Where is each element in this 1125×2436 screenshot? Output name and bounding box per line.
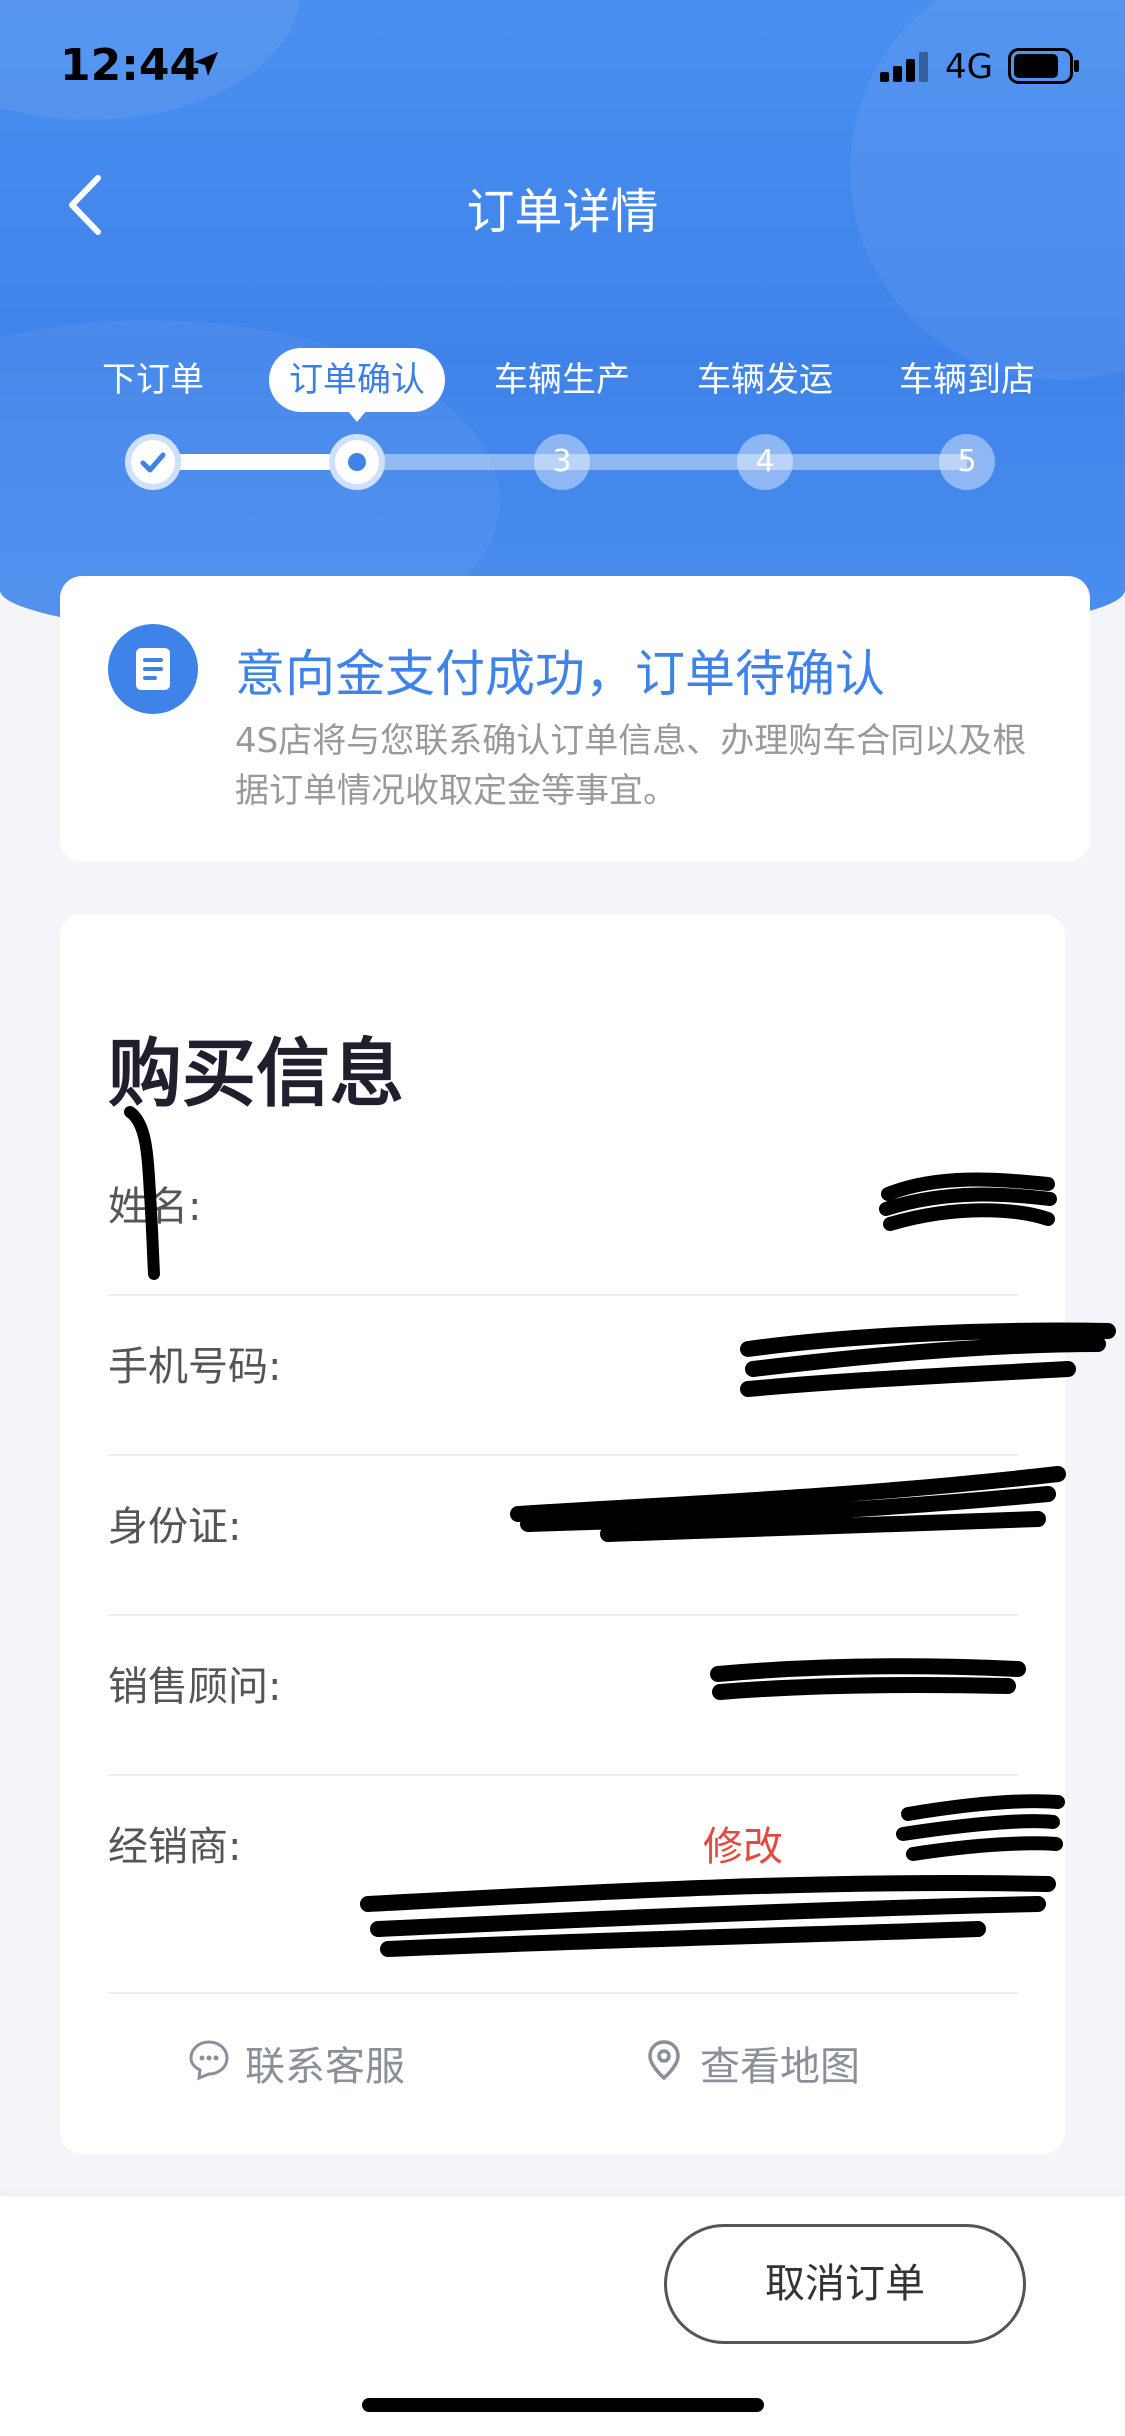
redaction-scribble xyxy=(879,1172,1057,1231)
row-divider xyxy=(108,1774,1018,1776)
step-node-2 xyxy=(329,434,385,490)
pen-mark xyxy=(124,1106,160,1280)
cancel-order-button[interactable]: 取消订单 xyxy=(664,2224,1026,2344)
redaction-scribble xyxy=(740,1322,1116,1397)
progress-track-pending xyxy=(357,454,967,470)
contact-service-button[interactable]: 联系客服 xyxy=(189,2034,405,2092)
location-arrow-icon xyxy=(194,52,218,76)
progress-track-done xyxy=(153,454,357,470)
chat-bubble-icon xyxy=(189,2040,229,2081)
step-label-place-order: 下订单 xyxy=(102,360,204,400)
step-node-3: 3 xyxy=(534,434,590,490)
redaction-scribble xyxy=(510,1466,1066,1542)
document-icon xyxy=(108,624,198,714)
notice-title: 意向金支付成功，订单待确认 xyxy=(235,645,885,703)
step-label-arrival: 车辆到店 xyxy=(899,360,1035,400)
redaction-scribble xyxy=(710,1658,1026,1700)
redaction-scribble xyxy=(360,1875,1056,1957)
redaction-scribble xyxy=(896,1794,1065,1861)
check-icon xyxy=(140,452,166,473)
step-node-4: 4 xyxy=(737,434,793,490)
contact-service-label: 联系客服 xyxy=(245,2044,405,2090)
map-pin-icon xyxy=(648,2040,680,2081)
status-bar: 12:44 4G xyxy=(0,0,1125,120)
network-type: 4G xyxy=(945,47,993,87)
row-divider xyxy=(108,1992,1018,1994)
field-label-id: 身份证: xyxy=(108,1504,242,1550)
battery-icon xyxy=(1008,48,1079,84)
order-progress-steps: 下订单 订单确认 车辆生产 车辆发运 车辆到店 xyxy=(0,345,1125,422)
field-label-sales-advisor: 销售顾问: xyxy=(108,1664,282,1710)
step-node-5: 5 xyxy=(939,434,995,490)
row-divider xyxy=(108,1614,1018,1616)
step-label-shipping: 车辆发运 xyxy=(697,360,833,400)
view-map-label: 查看地图 xyxy=(700,2044,860,2090)
card-actions: 联系客服 查看地图 xyxy=(60,2014,1065,2114)
navigation-bar: 订单详情 xyxy=(0,160,1125,250)
row-divider xyxy=(108,1294,1018,1296)
signal-icon xyxy=(880,52,928,82)
step-label-order-confirm: 订单确认 xyxy=(269,348,445,422)
step-label-production: 车辆生产 xyxy=(494,360,630,400)
step-node-1 xyxy=(125,434,181,490)
field-label-phone: 手机号码: xyxy=(108,1344,282,1390)
page-title: 订单详情 xyxy=(466,184,659,240)
notice-description: 4S店将与您联系确认订单信息、办理购车合同以及根据订单情况收取定金等事宜。 xyxy=(235,721,1027,811)
purchase-info-card: 购买信息 姓名: 手机号码: 身份证: 销售顾问: 经销商: 修改 联系客服 查… xyxy=(60,914,1116,2154)
row-divider xyxy=(108,1454,1018,1456)
bottom-action-bar: 取消订单 xyxy=(0,2196,1125,2436)
view-map-button[interactable]: 查看地图 xyxy=(648,2034,860,2092)
status-time: 12:44 xyxy=(60,40,201,91)
field-label-dealer: 经销商: xyxy=(108,1824,242,1870)
status-notice-card: 意向金支付成功，订单待确认 4S店将与您联系确认订单信息、办理购车合同以及根据订… xyxy=(60,576,1090,862)
home-indicator xyxy=(362,2398,764,2412)
